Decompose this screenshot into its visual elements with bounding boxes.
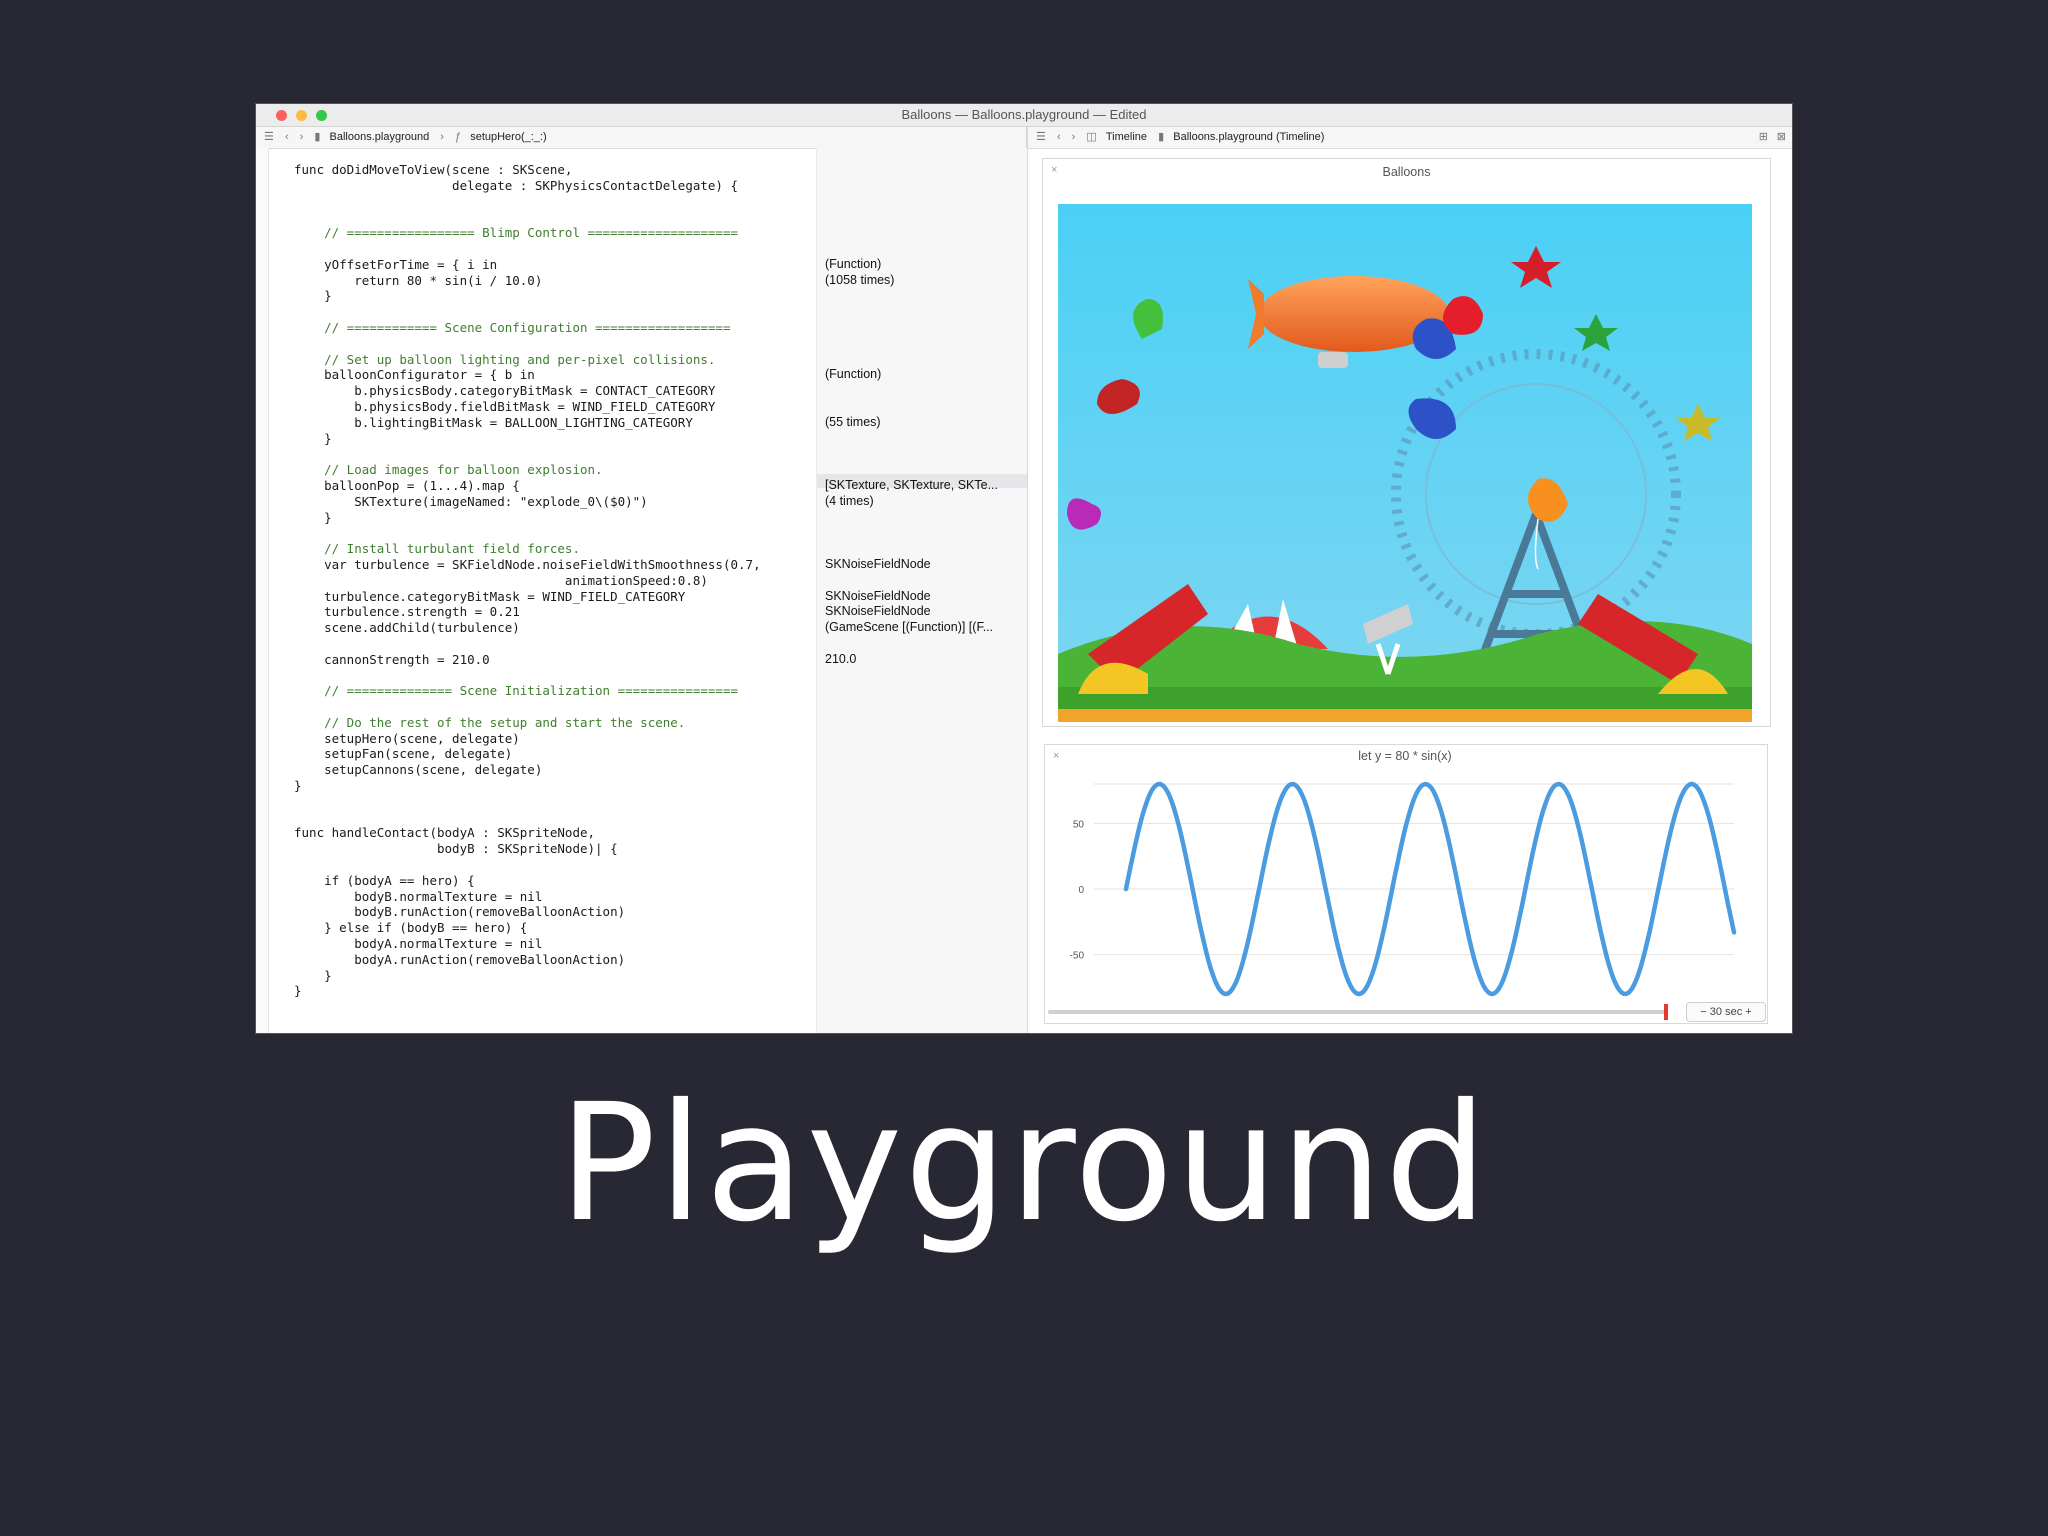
playground-file-icon: ▮ [1158, 131, 1165, 143]
code-line[interactable] [294, 446, 1074, 462]
code-line[interactable]: // Set up balloon lighting and per-pixel… [294, 352, 1074, 368]
chevron-right-icon: › [440, 131, 444, 143]
code-line[interactable] [294, 525, 1074, 541]
code-line[interactable]: animationSpeed:0.8) [294, 573, 1074, 589]
code-line[interactable]: b.physicsBody.categoryBitMask = CONTACT_… [294, 383, 1074, 399]
timeline-duration-stepper[interactable]: − 30 sec + [1686, 1002, 1766, 1022]
code-line[interactable] [294, 336, 1074, 352]
code-line[interactable]: // Load images for balloon explosion. [294, 462, 1074, 478]
code-line[interactable] [294, 857, 1074, 873]
code-line[interactable]: SKTexture(imageNamed: "explode_0\($0)") [294, 494, 1074, 510]
code-line[interactable] [294, 209, 1074, 225]
add-editor-icon[interactable]: ⊞ [1759, 127, 1768, 148]
code-line[interactable]: b.physicsBody.fieldBitMask = WIND_FIELD_… [294, 399, 1074, 415]
code-line[interactable]: } [294, 431, 1074, 447]
code-line[interactable]: scene.addChild(turbulence) [294, 620, 1074, 636]
close-window-button[interactable] [276, 110, 287, 121]
code-line[interactable]: setupCannons(scene, delegate) [294, 762, 1074, 778]
slide-title: Playground [558, 1070, 1490, 1258]
code-line[interactable]: // ================= Blimp Control =====… [294, 225, 1074, 241]
minimize-window-button[interactable] [296, 110, 307, 121]
code-line[interactable] [294, 636, 1074, 652]
code-line[interactable]: // ============ Scene Configuration ====… [294, 320, 1074, 336]
code-line[interactable]: setupHero(scene, delegate) [294, 731, 1074, 747]
source-editor[interactable]: func doDidMoveToView(scene : SKScene, de… [294, 162, 1074, 999]
editor-jump-bar: ☰ ‹ › ▮ Balloons.playground › ƒ setupHer… [256, 127, 1026, 149]
code-line[interactable]: } [294, 288, 1074, 304]
code-line[interactable]: } [294, 510, 1074, 526]
ground-edge [1058, 709, 1752, 722]
timeline-duration: 30 sec [1709, 1006, 1743, 1018]
scene-panel-title: Balloons [1382, 165, 1431, 179]
y-tick-label: -50 [1070, 951, 1085, 962]
xcode-window: Balloons — Balloons.playground — Edited … [256, 104, 1792, 1033]
code-line[interactable]: bodyB : SKSpriteNode)| { [294, 841, 1074, 857]
title-bar: Balloons — Balloons.playground — Edited [256, 104, 1792, 127]
assistant-mode[interactable]: Timeline [1106, 127, 1147, 148]
y-tick-label: 50 [1073, 819, 1085, 830]
editor-gutter [256, 148, 269, 1033]
timeline-slider-knob[interactable] [1664, 1004, 1668, 1020]
timeline-icon: ◫ [1086, 131, 1097, 143]
assistant-file[interactable]: Balloons.playground (Timeline) [1173, 127, 1324, 148]
code-line[interactable]: func handleContact(bodyA : SKSpriteNode, [294, 825, 1074, 841]
code-line[interactable]: balloonPop = (1...4).map { [294, 478, 1074, 494]
code-line[interactable]: turbulence.strength = 0.21 [294, 604, 1074, 620]
close-editor-icon[interactable]: ⊠ [1777, 127, 1786, 148]
jump-bar-symbol[interactable]: setupHero(_:_:) [470, 127, 546, 148]
code-line[interactable] [294, 668, 1074, 684]
minus-icon[interactable]: − [1700, 1006, 1706, 1018]
forward-icon[interactable]: › [300, 127, 304, 148]
forward-icon[interactable]: › [1072, 127, 1076, 148]
code-line[interactable]: // Do the rest of the setup and start th… [294, 715, 1074, 731]
timeline-slider[interactable] [1048, 1010, 1668, 1014]
code-line[interactable] [294, 304, 1074, 320]
code-line[interactable]: bodyB.normalTexture = nil [294, 889, 1074, 905]
code-line[interactable] [294, 699, 1074, 715]
code-line[interactable]: setupFan(scene, delegate) [294, 746, 1074, 762]
code-line[interactable]: var turbulence = SKFieldNode.noiseFieldW… [294, 557, 1074, 573]
code-line[interactable]: cannonStrength = 210.0 [294, 652, 1074, 668]
code-line[interactable]: } [294, 968, 1074, 984]
code-line[interactable]: delegate : SKPhysicsContactDelegate) { [294, 178, 1074, 194]
related-items-icon[interactable]: ☰ [1036, 127, 1046, 148]
zoom-window-button[interactable] [316, 110, 327, 121]
chart-title: let y = 80 * sin(x) [1358, 749, 1451, 763]
code-line[interactable]: } [294, 778, 1074, 794]
code-line[interactable]: } [294, 983, 1074, 999]
sine-chart: let y = 80 * sin(x) 50 0 -50 [1070, 749, 1737, 997]
code-line[interactable]: bodyB.runAction(removeBalloonAction) [294, 904, 1074, 920]
code-line[interactable]: bodyA.normalTexture = nil [294, 936, 1074, 952]
plus-icon[interactable]: + [1745, 1006, 1751, 1018]
code-line[interactable]: return 80 * sin(i / 10.0) [294, 273, 1074, 289]
y-tick-label: 0 [1078, 885, 1084, 896]
code-line[interactable] [294, 810, 1074, 826]
code-line[interactable]: // ============== Scene Initialization =… [294, 683, 1074, 699]
code-line[interactable]: bodyA.runAction(removeBalloonAction) [294, 952, 1074, 968]
code-line[interactable]: // Install turbulant field forces. [294, 541, 1074, 557]
assistant-jump-bar: ☰ ‹ › ◫ Timeline ▮ Balloons.playground (… [1028, 127, 1792, 149]
window-title: Balloons — Balloons.playground — Edited [901, 107, 1147, 122]
code-line[interactable]: balloonConfigurator = { b in [294, 367, 1074, 383]
code-line[interactable] [294, 794, 1074, 810]
code-line[interactable]: } else if (bodyB == hero) { [294, 920, 1074, 936]
code-line[interactable]: if (bodyA == hero) { [294, 873, 1074, 889]
jump-bar-file[interactable]: Balloons.playground [330, 127, 430, 148]
chart-y-ticks: 50 0 -50 [1070, 819, 1085, 961]
related-items-icon[interactable]: ☰ [264, 127, 274, 148]
code-line[interactable]: yOffsetForTime = { i in [294, 257, 1074, 273]
code-line[interactable] [294, 241, 1074, 257]
code-line[interactable]: turbulence.categoryBitMask = WIND_FIELD_… [294, 589, 1074, 605]
playground-file-icon: ▮ [314, 131, 321, 143]
code-line[interactable] [294, 194, 1074, 210]
code-line[interactable]: func doDidMoveToView(scene : SKScene, [294, 162, 1074, 178]
back-icon[interactable]: ‹ [1057, 127, 1061, 148]
code-line[interactable]: b.lightingBitMask = BALLOON_LIGHTING_CAT… [294, 415, 1074, 431]
back-icon[interactable]: ‹ [285, 127, 289, 148]
function-symbol-icon: ƒ [455, 131, 462, 143]
balloons-scene [1058, 204, 1752, 722]
